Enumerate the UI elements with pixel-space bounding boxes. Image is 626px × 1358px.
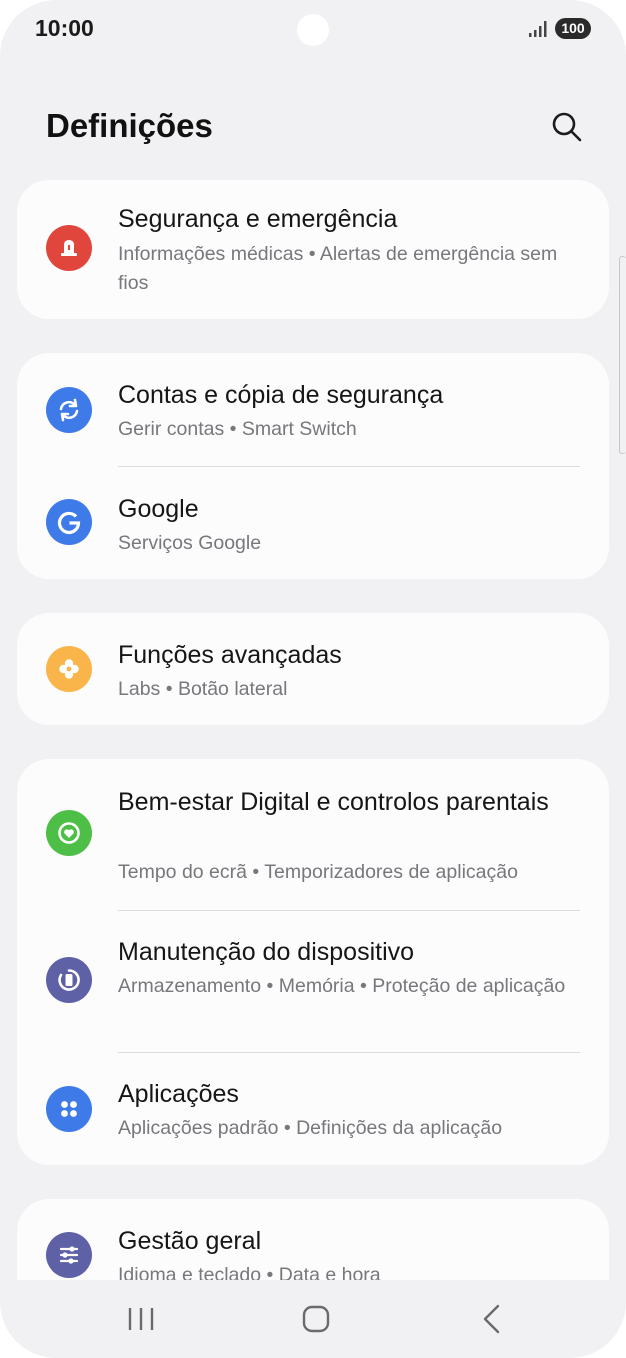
- item-subtitle: Armazenamento • Memória • Proteção de ap…: [118, 975, 566, 997]
- item-title: Manutenção do dispositivo: [118, 938, 415, 966]
- settings-item-device-care[interactable]: Manutenção do dispositivo Armazenamento …: [17, 911, 609, 1052]
- battery-icon: 100: [555, 18, 591, 39]
- wellbeing-icon: [46, 810, 92, 856]
- siren-icon: [46, 225, 92, 271]
- settings-item-accounts-backup[interactable]: Contas e cópia de segurança Gerir contas…: [17, 353, 609, 467]
- item-title: Bem-estar Digital e controlos parentais: [118, 788, 549, 816]
- settings-card-device: Bem-estar Digital e controlos parentais …: [17, 759, 609, 1165]
- item-subtitle: Aplicações padrão • Definições da aplica…: [118, 1117, 503, 1139]
- home-icon: [302, 1305, 330, 1333]
- page-title: Definições: [46, 107, 213, 144]
- status-time: 10:00: [35, 15, 94, 41]
- advanced-features-icon: [46, 646, 92, 692]
- settings-item-safety-emergency[interactable]: Segurança e emergência Informações médic…: [17, 180, 609, 319]
- item-subtitle: Tempo do ecrã • Temporizadores de aplica…: [118, 861, 518, 883]
- item-subtitle: Idioma e teclado • Data e hora: [118, 1264, 381, 1280]
- settings-item-google[interactable]: Google Serviços Google: [17, 467, 609, 579]
- item-subtitle: Serviços Google: [118, 532, 262, 554]
- device-care-icon: [46, 957, 92, 1003]
- item-title: Segurança e emergência: [118, 205, 398, 233]
- camera-cutout: [297, 14, 329, 46]
- status-bar: 10:00 100: [0, 0, 626, 60]
- settings-item-digital-wellbeing[interactable]: Bem-estar Digital e controlos parentais …: [17, 759, 609, 910]
- settings-card-advanced: Funções avançadas Labs • Botão lateral: [17, 613, 609, 725]
- recent-apps-button[interactable]: [111, 1296, 171, 1342]
- scroll-indicator[interactable]: [619, 256, 626, 454]
- item-title: Aplicações: [118, 1080, 239, 1108]
- back-button[interactable]: [461, 1296, 521, 1342]
- google-icon: [46, 499, 92, 545]
- item-title: Funções avançadas: [118, 641, 342, 669]
- apps-icon: [46, 1086, 92, 1132]
- item-title: Google: [118, 495, 199, 523]
- recent-apps-icon: [128, 1308, 154, 1330]
- settings-card-accounts: Contas e cópia de segurança Gerir contas…: [17, 353, 609, 579]
- sync-icon: [46, 387, 92, 433]
- signal-icon: [529, 21, 547, 37]
- settings-item-apps[interactable]: Aplicações Aplicações padrão • Definiçõe…: [17, 1053, 609, 1165]
- sliders-icon: [46, 1232, 92, 1278]
- settings-item-general-management[interactable]: Gestão geral Idioma e teclado • Data e h…: [17, 1199, 609, 1280]
- settings-card-safety: Segurança e emergência Informações médic…: [17, 180, 609, 319]
- settings-item-advanced-features[interactable]: Funções avançadas Labs • Botão lateral: [17, 613, 609, 725]
- navigation-bar: [0, 1282, 626, 1358]
- search-icon[interactable]: [548, 108, 586, 146]
- back-icon: [483, 1304, 500, 1334]
- home-button[interactable]: [286, 1296, 346, 1342]
- item-title: Gestão geral: [118, 1227, 262, 1255]
- item-subtitle: Labs • Botão lateral: [118, 678, 288, 700]
- item-title: Contas e cópia de segurança: [118, 381, 444, 409]
- item-subtitle: Informações médicas • Alertas de emergên…: [118, 243, 558, 294]
- phone-screen: 10:00 100 Definições Segurança e emergên…: [0, 0, 626, 1358]
- settings-card-general: Gestão geral Idioma e teclado • Data e h…: [17, 1199, 609, 1280]
- item-subtitle: Gerir contas • Smart Switch: [118, 418, 357, 440]
